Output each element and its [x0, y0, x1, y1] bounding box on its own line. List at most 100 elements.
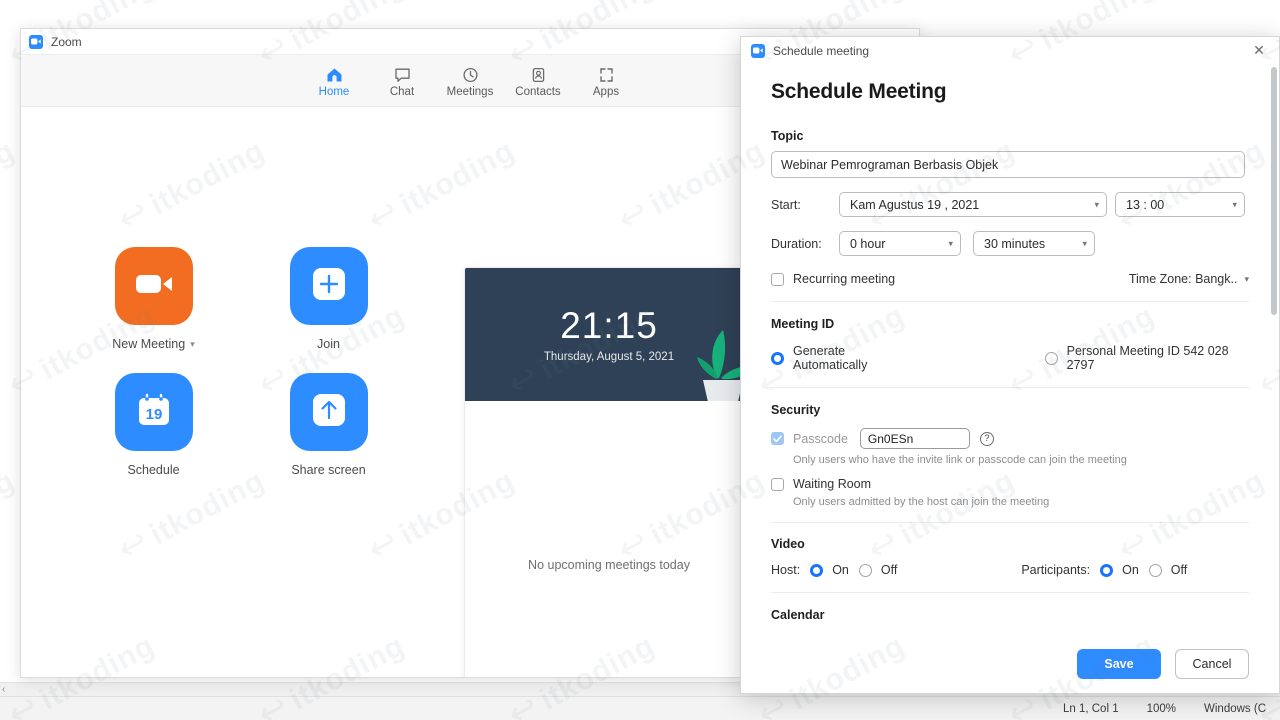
security-section-label: Security [771, 403, 821, 417]
clock-date: Thursday, August 5, 2021 [543, 350, 675, 363]
save-button[interactable]: Save [1077, 649, 1161, 679]
radio-indicator [1044, 351, 1058, 365]
start-date-value: Kam Agustus 19 , 2021 [850, 197, 980, 212]
passcode-label: Passcode [793, 431, 848, 446]
clock-panel: 21:15 Thursday, August 5, 2021 [465, 268, 753, 401]
join-button[interactable] [289, 247, 368, 325]
chevron-down-icon[interactable]: ▾ [190, 339, 195, 350]
time-zone-select[interactable]: Time Zone: Bangk.. ▾ [1129, 272, 1249, 286]
status-zoom-level[interactable]: 100% [1133, 703, 1190, 715]
tile-share-screen-label-group: Share screen [291, 463, 365, 477]
cancel-button[interactable]: Cancel [1175, 649, 1249, 679]
waiting-room-row: Waiting Room [771, 477, 1249, 491]
duration-minutes-select[interactable]: 30 minutes ▾ [973, 231, 1095, 256]
tab-contacts-label: Contacts [515, 85, 561, 98]
up-arrow-icon [311, 392, 347, 433]
tab-chat-label: Chat [389, 85, 415, 98]
tile-share-screen[interactable]: Share screen [259, 373, 398, 477]
time-zone-label: Time Zone: Bangk.. [1128, 272, 1238, 286]
tile-join-label: Join [317, 337, 340, 351]
tile-share-screen-label: Share screen [291, 463, 366, 477]
meeting-id-section-label: Meeting ID [771, 317, 835, 331]
tile-new-meeting-label: New Meeting [112, 337, 186, 351]
status-line-ending[interactable]: Windows (C [1190, 703, 1280, 715]
waiting-room-checkbox[interactable] [771, 477, 784, 491]
close-icon[interactable]: ✕ [1245, 39, 1273, 63]
radio-participants-on[interactable]: On [1097, 563, 1139, 577]
schedule-meeting-dialog: Schedule meeting ✕ Schedule Meeting Topi… [740, 36, 1280, 694]
video-participants-label: Participants: [1021, 563, 1091, 577]
topic-input[interactable] [771, 151, 1245, 178]
background-status-bar: Ln 1, Col 1 100% Windows (C [0, 696, 1280, 720]
clock-icon [462, 64, 479, 83]
recurring-meeting-checkbox[interactable] [771, 272, 784, 286]
tab-contacts[interactable]: Contacts [504, 64, 572, 98]
start-date-select[interactable]: Kam Agustus 19 , 2021 ▾ [839, 192, 1107, 217]
radio-participants-off-label: Off [1170, 563, 1188, 577]
share-screen-button[interactable] [289, 373, 368, 451]
tab-apps[interactable]: Apps [572, 64, 640, 98]
tab-home[interactable]: Home [300, 64, 368, 98]
home-icon [326, 64, 343, 83]
tile-schedule-label: Schedule [127, 463, 180, 477]
start-time-select[interactable]: 13 : 00 ▾ [1115, 192, 1245, 217]
divider [771, 522, 1249, 523]
video-participants-group: Participants: On Off [1021, 563, 1187, 577]
tab-meetings-label: Meetings [446, 85, 494, 98]
apps-icon [598, 64, 615, 83]
calendar-19-icon: 19 [135, 391, 173, 434]
video-section-label: Video [771, 537, 805, 551]
radio-indicator [858, 563, 872, 577]
recurring-meeting-row: Recurring meeting Time Zone: Bangk.. ▾ [771, 272, 1249, 286]
dialog-titlebar: Schedule meeting ✕ [741, 37, 1279, 64]
dialog-footer: Save Cancel [741, 635, 1279, 693]
recurring-meeting-label: Recurring meeting [793, 272, 896, 286]
radio-generate-automatically[interactable]: Generate Automatically [771, 344, 915, 372]
page-title: Schedule Meeting [771, 80, 947, 103]
duration-hours-select[interactable]: 0 hour ▾ [839, 231, 961, 256]
tile-schedule-label-group: Schedule [127, 463, 179, 477]
radio-host-on[interactable]: On [807, 563, 849, 577]
status-cursor-position: Ln 1, Col 1 [1062, 702, 1119, 715]
calendar-section-label: Calendar [771, 608, 825, 622]
schedule-button[interactable]: 19 [114, 373, 193, 451]
screen-root: ‹ Ln 1, Col 1 100% Windows (C Zoom — □ ✕ [0, 0, 1280, 720]
radio-personal-meeting-id[interactable]: Personal Meeting ID 542 028 2797 [1044, 344, 1249, 372]
chevron-down-icon: ▾ [1094, 199, 1099, 209]
passcode-input[interactable] [859, 428, 970, 449]
radio-host-off[interactable]: Off [856, 563, 897, 577]
new-meeting-button[interactable] [114, 247, 193, 325]
radio-personal-meeting-id-label: Personal Meeting ID 542 028 2797 [1066, 344, 1229, 372]
clock-time: 21:15 [560, 304, 658, 346]
passcode-checkbox[interactable] [771, 432, 784, 445]
duration-minutes-value: 30 minutes [984, 236, 1046, 251]
waiting-room-helper-text: Only users admitted by the host can join… [793, 496, 1050, 508]
radio-host-off-label: Off [880, 563, 898, 577]
tab-chat[interactable]: Chat [368, 64, 436, 98]
radio-indicator [1148, 563, 1162, 577]
scroll-left-arrow-icon[interactable]: ‹ [2, 684, 5, 696]
tab-meetings[interactable]: Meetings [436, 64, 504, 98]
svg-text:19: 19 [145, 406, 162, 423]
zoom-window-title: Zoom [51, 34, 82, 49]
divider [771, 387, 1249, 388]
zoom-action-tiles: New Meeting ▾ Join 19 Schedule Share scr… [21, 107, 461, 677]
tile-schedule[interactable]: 19 Schedule [84, 373, 223, 477]
start-label: Start: [771, 197, 801, 212]
topic-label: Topic [771, 129, 804, 143]
start-time-value: 13 : 00 [1126, 197, 1165, 212]
radio-participants-on-label: On [1122, 563, 1139, 577]
dialog-title: Schedule meeting [773, 43, 870, 58]
chat-icon [394, 64, 411, 83]
duration-hours-value: 0 hour [850, 236, 886, 251]
video-host-label: Host: [771, 563, 801, 577]
question-mark-icon[interactable]: ? [979, 431, 994, 446]
tile-join[interactable]: Join [259, 247, 398, 351]
radio-participants-off[interactable]: Off [1146, 563, 1187, 577]
chevron-down-icon: ▾ [1232, 199, 1237, 209]
tile-new-meeting[interactable]: New Meeting ▾ [84, 247, 223, 351]
radio-generate-automatically-label: Generate Automatically [793, 344, 868, 372]
tile-new-meeting-label-group: New Meeting ▾ [112, 337, 194, 351]
zoom-logo-icon [29, 34, 43, 49]
chevron-down-icon: ▾ [948, 238, 953, 248]
